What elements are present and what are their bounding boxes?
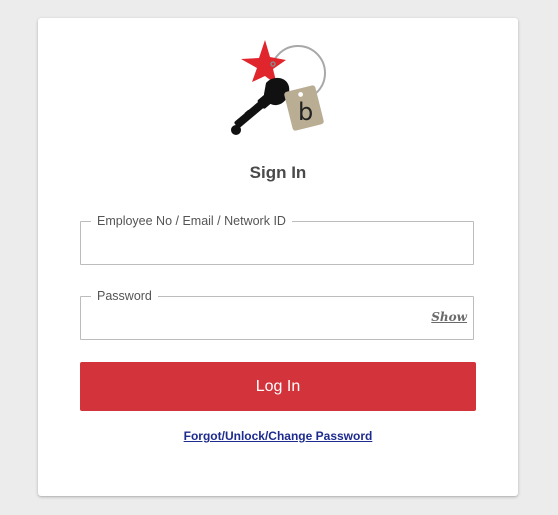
key-ring-logo-icon: b: [231, 40, 326, 135]
tag-letter: b: [298, 98, 313, 126]
forgot-password-link[interactable]: Forgot/Unlock/Change Password: [38, 429, 518, 443]
password-field: Password Show: [80, 289, 474, 340]
password-input[interactable]: [93, 307, 433, 331]
login-button[interactable]: Log In: [80, 362, 476, 411]
show-password-toggle[interactable]: Show: [431, 310, 467, 324]
sign-in-card: b Sign In Employee No / Email / Network …: [38, 18, 518, 496]
employee-id-field: Employee No / Email / Network ID: [80, 214, 474, 265]
employee-id-input[interactable]: [93, 232, 463, 256]
password-label: Password: [91, 289, 158, 303]
employee-id-label: Employee No / Email / Network ID: [91, 214, 292, 228]
page-title: Sign In: [249, 163, 307, 182]
